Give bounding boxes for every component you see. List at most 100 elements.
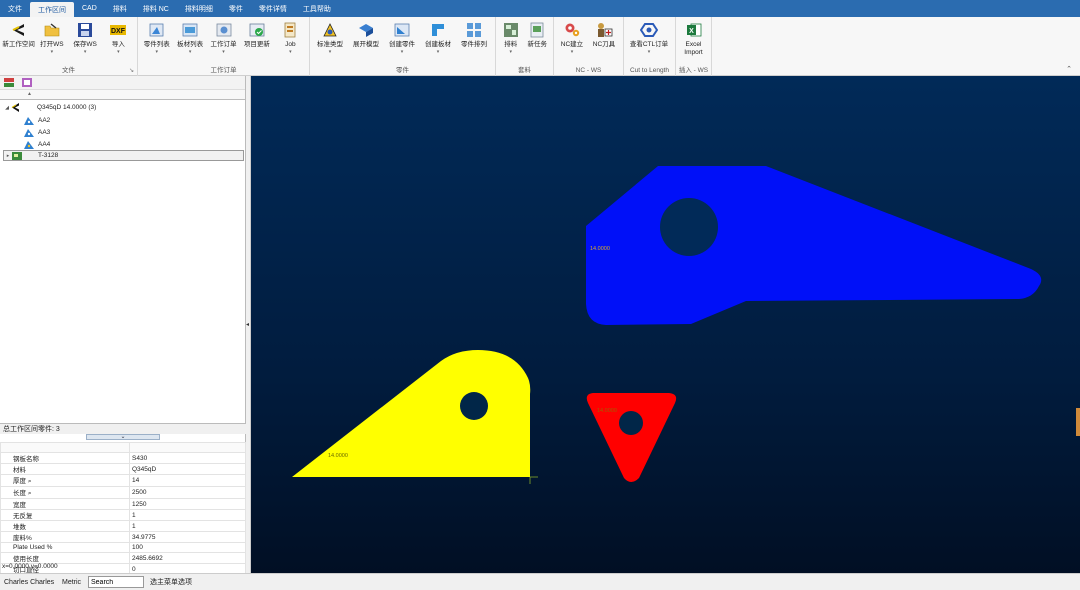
red-part-hole <box>619 411 643 435</box>
left-panel: ▲ ◢ Q345qD 14.0000 (3) AA2 AA3 AA4 ▸ T-3… <box>0 76 246 575</box>
list-view-icon[interactable] <box>22 78 32 87</box>
ribbon-group-label-work-order: 工作订单 <box>210 67 237 74</box>
new-workspace-label: 新工作空间 <box>2 41 35 48</box>
tree-node-nest-job[interactable]: ▸ T-3128 <box>3 150 244 161</box>
menu-tab-nesting-details[interactable]: 排料明细 <box>177 0 221 17</box>
part-array-button[interactable]: 零件排列 <box>456 19 492 49</box>
property-row[interactable]: 厚度 ⌕ 14 <box>0 474 246 487</box>
menu-tab-part-details[interactable]: 零件详情 <box>251 0 295 17</box>
import-button[interactable]: DXF 导入 ▾ <box>102 19 135 55</box>
new-workspace-button[interactable]: 新工作空间 <box>2 19 35 49</box>
property-row[interactable]: 使用长度 2485.6692 <box>0 552 246 564</box>
ribbon-group-nc-ws: NC建立 ▾ NC刀具 NC - WS <box>554 17 624 76</box>
open-ws-button[interactable]: 打开WS ▾ <box>35 19 68 55</box>
ribbon-group-parts: 标准类型 ▾ 展开模型 创建零件 ▾ 创建板材 ▾ 零件排列 零件 <box>310 17 496 76</box>
new-task-button[interactable]: 新任务 <box>524 19 551 49</box>
part-icon <box>24 141 34 149</box>
chevron-down-icon: ▾ <box>647 49 651 55</box>
ctl-order-button[interactable]: 查看CTL订单 ▾ <box>626 19 672 55</box>
status-bar: Charles Charles Metric 选主菜单选项 <box>0 573 1080 590</box>
property-key: Plate Used % <box>0 542 130 553</box>
save-ws-button[interactable]: 保存WS ▾ <box>69 19 102 55</box>
menu-tab-tools-help[interactable]: 工具帮助 <box>295 0 339 17</box>
ribbon-group-label-insert-ws: 插入 - WS <box>678 67 709 74</box>
sort-ascending-icon: ▲ <box>27 91 32 97</box>
tree-view-icon[interactable] <box>4 78 14 87</box>
tree-expand-icon[interactable]: ▸ <box>4 153 12 159</box>
standard-shape-button[interactable]: 标准类型 ▾ <box>312 19 348 55</box>
yellow-part-hole <box>460 392 488 420</box>
property-key-text: 厚度 <box>13 478 26 485</box>
create-part-icon <box>394 23 410 37</box>
tree-toolbar <box>0 76 245 90</box>
nc-tool-button[interactable]: NC刀具 <box>588 19 620 49</box>
property-row[interactable]: 长度 ⌕ 2500 <box>0 486 246 499</box>
property-value: 2485.6692 <box>129 552 246 564</box>
properties-splitter[interactable]: ⌄ <box>86 434 160 440</box>
blue-part[interactable] <box>586 166 1042 325</box>
ctl-order-label: 查看CTL订单 <box>629 41 669 48</box>
tree-node-label: AA4 <box>38 141 51 148</box>
dialog-launcher-icon[interactable]: ↘ <box>129 67 134 74</box>
parts-list-button[interactable]: 零件列表 ▾ <box>140 19 173 55</box>
property-row[interactable]: Plate Used % 100 <box>0 542 246 553</box>
property-key: 使用长度 <box>0 552 130 564</box>
create-part-button[interactable]: 创建零件 ▾ <box>384 19 420 55</box>
property-key: 长度 ⌕ <box>0 486 130 499</box>
chevron-left-icon[interactable]: ◂ <box>246 321 249 328</box>
tree-node-part-aa2[interactable]: AA2 <box>24 115 224 126</box>
ribbon-group-nesting: 排料 ▾ 新任务 套料 <box>496 17 554 76</box>
nest-button[interactable]: 排料 ▾ <box>498 19 524 55</box>
red-part[interactable] <box>586 393 677 482</box>
blue-part-hole <box>660 198 718 256</box>
property-key: 堆数 <box>0 520 130 532</box>
create-plate-button[interactable]: 创建板材 ▾ <box>420 19 456 55</box>
search-input[interactable] <box>88 576 144 588</box>
tree-column-header[interactable]: ▲ <box>0 90 245 100</box>
property-key: 宽度 <box>0 498 130 510</box>
project-update-button[interactable]: 项目更新 <box>240 19 273 49</box>
ribbon-group-label-cut-to-length: Cut to Length <box>629 67 670 74</box>
unfold-model-button[interactable]: 展开模型 <box>348 19 384 49</box>
property-key: 厚度 ⌕ <box>0 474 130 487</box>
tree-node-plate-group[interactable]: ◢ Q345qD 14.0000 (3) <box>3 102 243 113</box>
work-order-button[interactable]: 工作订单 ▾ <box>207 19 240 55</box>
cursor-coordinates: x=0.0000 y=0.0000 <box>2 563 58 570</box>
property-row[interactable]: 钢板名称 S430 <box>0 452 246 464</box>
nc-build-button[interactable]: NC建立 ▾ <box>556 19 588 55</box>
property-row[interactable]: 堆数 1 <box>0 520 246 532</box>
plates-list-button[interactable]: 板材列表 ▾ <box>173 19 206 55</box>
menu-tab-nesting-nc[interactable]: 排料 NC <box>135 0 177 17</box>
ribbon: 新工作空间 打开WS ▾ 保存WS ▾ DXF 导入 ▾ 文件 ↘ 零件列表 ▾… <box>0 17 1080 76</box>
tree-collapse-icon[interactable]: ◢ <box>3 105 11 111</box>
property-row[interactable]: 材料 Q345qD <box>0 463 246 475</box>
property-row[interactable]: 宽度 1250 <box>0 498 246 510</box>
tree-node-label: AA2 <box>38 117 51 124</box>
excel-import-button[interactable]: X Excel Import <box>678 19 709 57</box>
unit-system[interactable]: Metric <box>62 579 88 586</box>
canvas-scroll-indicator[interactable] <box>1076 408 1080 436</box>
property-value: 2500 <box>129 486 246 499</box>
dxf-import-icon: DXF <box>110 25 127 35</box>
tree-node-part-aa4[interactable]: AA4 <box>24 139 224 150</box>
menu-tab-file[interactable]: 文件 <box>0 0 30 17</box>
blue-part-label: 14.0000 <box>590 246 610 252</box>
tree-node-part-aa3[interactable]: AA3 <box>24 127 224 138</box>
create-part-label: 创建零件 <box>389 41 415 48</box>
property-row[interactable]: 废料% 34.9775 <box>0 531 246 543</box>
ribbon-collapse-icon[interactable]: ⌃ <box>1066 65 1072 73</box>
create-plate-icon <box>432 24 444 36</box>
nc-build-label: NC建立 <box>560 41 584 48</box>
excel-import-icon: X <box>686 23 701 37</box>
menu-tab-cad[interactable]: CAD <box>74 0 105 17</box>
nesting-canvas[interactable]: 14.0000 14.0000 14.0000 <box>251 76 1080 573</box>
menu-tab-workspace[interactable]: 工作区间 <box>30 2 74 17</box>
nc-tool-label: NC刀具 <box>592 41 616 48</box>
job-button[interactable]: Job ▾ <box>274 19 307 55</box>
menu-tab-parts[interactable]: 零件 <box>221 0 251 17</box>
menu-tab-nesting[interactable]: 排料 <box>105 0 135 17</box>
property-row[interactable]: 无反复 1 <box>0 509 246 521</box>
status-hint: 选主菜单选项 <box>150 579 192 586</box>
chevron-down-icon: ▾ <box>289 49 292 55</box>
unfold-model-icon <box>359 24 373 37</box>
